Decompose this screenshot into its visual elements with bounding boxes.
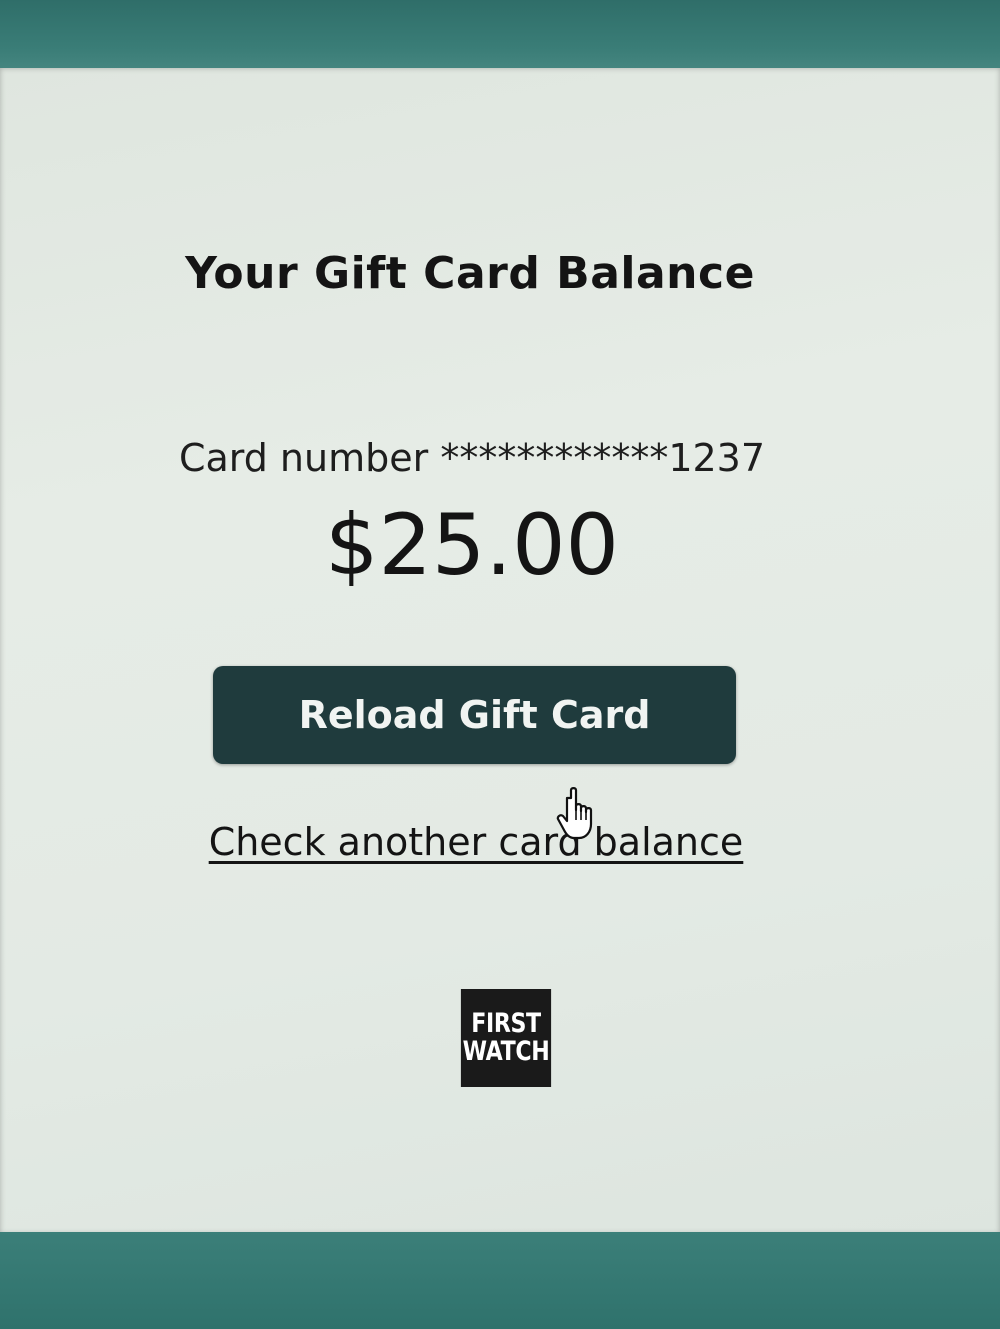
hand-pointer-icon: [556, 787, 593, 840]
logo-line-1: FIRST: [471, 1008, 541, 1039]
check-another-balance-link[interactable]: Check another card balance: [0, 820, 952, 864]
reload-gift-card-button[interactable]: Reload Gift Card: [213, 666, 736, 764]
page-title: Your Gift Card Balance: [185, 248, 755, 299]
bottom-frame: [0, 1232, 1000, 1329]
card-number-row: Card number ************1237: [0, 436, 944, 480]
card-number-label: Card number: [178, 436, 429, 480]
first-watch-logo: FIRST WATCH: [460, 989, 552, 1087]
balance-panel: Your Gift Card Balance Card number *****…: [0, 68, 1000, 1234]
balance-amount: $25.00: [325, 496, 619, 594]
logo-line-2: WATCH: [462, 1036, 550, 1067]
card-number-value: ************1237: [440, 436, 766, 480]
